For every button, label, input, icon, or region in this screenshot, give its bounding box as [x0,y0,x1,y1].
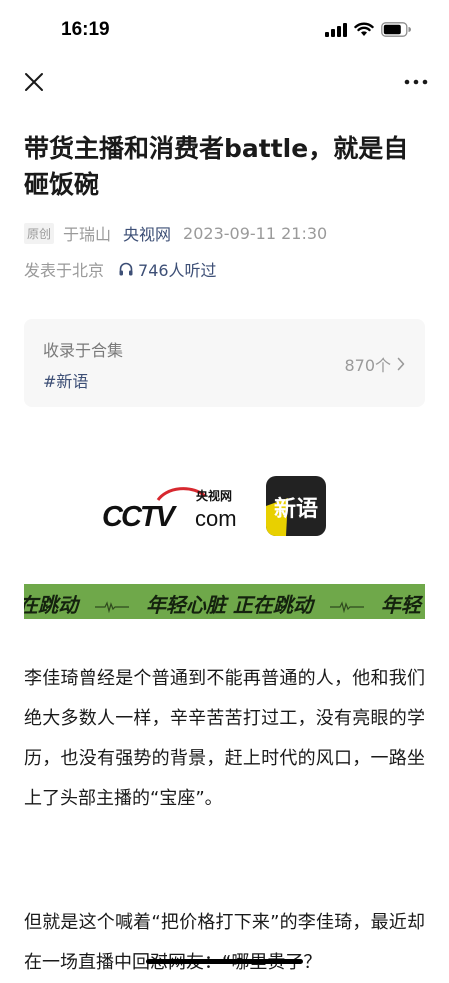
collection-label: 收录于合集 [43,341,124,360]
signal-icon [325,22,347,37]
listen-button[interactable]: 746人听过 [118,257,217,281]
author-name: 于瑞山 [63,225,112,244]
more-icon [404,79,428,85]
cctv-logo: CCTV 央视网 com [102,487,237,532]
source-account-link[interactable]: 央视网 [123,221,171,245]
collection-card[interactable]: 收录于合集 #新语 870个 [24,319,425,407]
banner-segment: 年轻心脏 正在跳动 [145,593,313,617]
slogan-banner-text: 在跳动 年轻心脏 正在跳动 年轻 [24,589,421,618]
cctv-logo-domain: com [195,506,237,531]
slogan-banner: 在跳动 年轻心脏 正在跳动 年轻 [24,584,425,619]
publish-location: 发表于北京 [24,261,105,280]
collection-tag[interactable]: #新语 [43,368,88,392]
collection-count: 870个 [344,352,405,376]
publish-datetime: 2023-09-11 21:30 [183,223,328,243]
logo-area: CCTV 央视网 com 新语 [100,474,340,538]
close-button[interactable] [22,70,46,94]
article-paragraph: 但就是这个喊着“把价格打下来”的李佳琦，最近却在一场直播中回怼网友：“哪里贵了？ [24,912,425,973]
xinyu-logo: 新语 [266,476,326,536]
listener-count: 746人听过 [138,261,217,280]
close-icon [25,73,43,91]
cctv-logo-subtitle: 央视网 [196,488,232,503]
nav-bar [0,62,449,102]
banner-segment: 年轻 [380,593,421,617]
article-paragraph: 李佳琦曾经是个普通到不能再普通的人，他和我们绝大多数人一样，辛辛苦苦打过工，没有… [24,668,425,809]
more-button[interactable] [403,70,429,94]
collection-count-value: 870个 [344,356,391,375]
original-badge: 原创 [24,222,55,244]
headphones-icon [119,262,133,276]
article-title: 带货主播和消费者battle，就是自砸饭碗 [24,134,409,199]
banner-segment: 在跳动 [24,593,78,617]
home-indicator [146,959,303,964]
chevron-right-icon [397,357,405,371]
heartbeat-icon [94,600,129,613]
article-meta: 原创 于瑞山 央视网 2023-09-11 21:30 发表于北京 746人听过 [24,220,434,282]
cctv-logo-text: CCTV [102,501,178,532]
status-time: 16:19 [61,19,110,40]
wifi-icon [354,22,374,36]
status-bar: 16:19 [0,0,449,60]
status-icons [325,22,411,37]
heartbeat-icon [329,600,364,613]
battery-icon [381,22,411,37]
xinyu-logo-text: 新语 [273,497,318,522]
